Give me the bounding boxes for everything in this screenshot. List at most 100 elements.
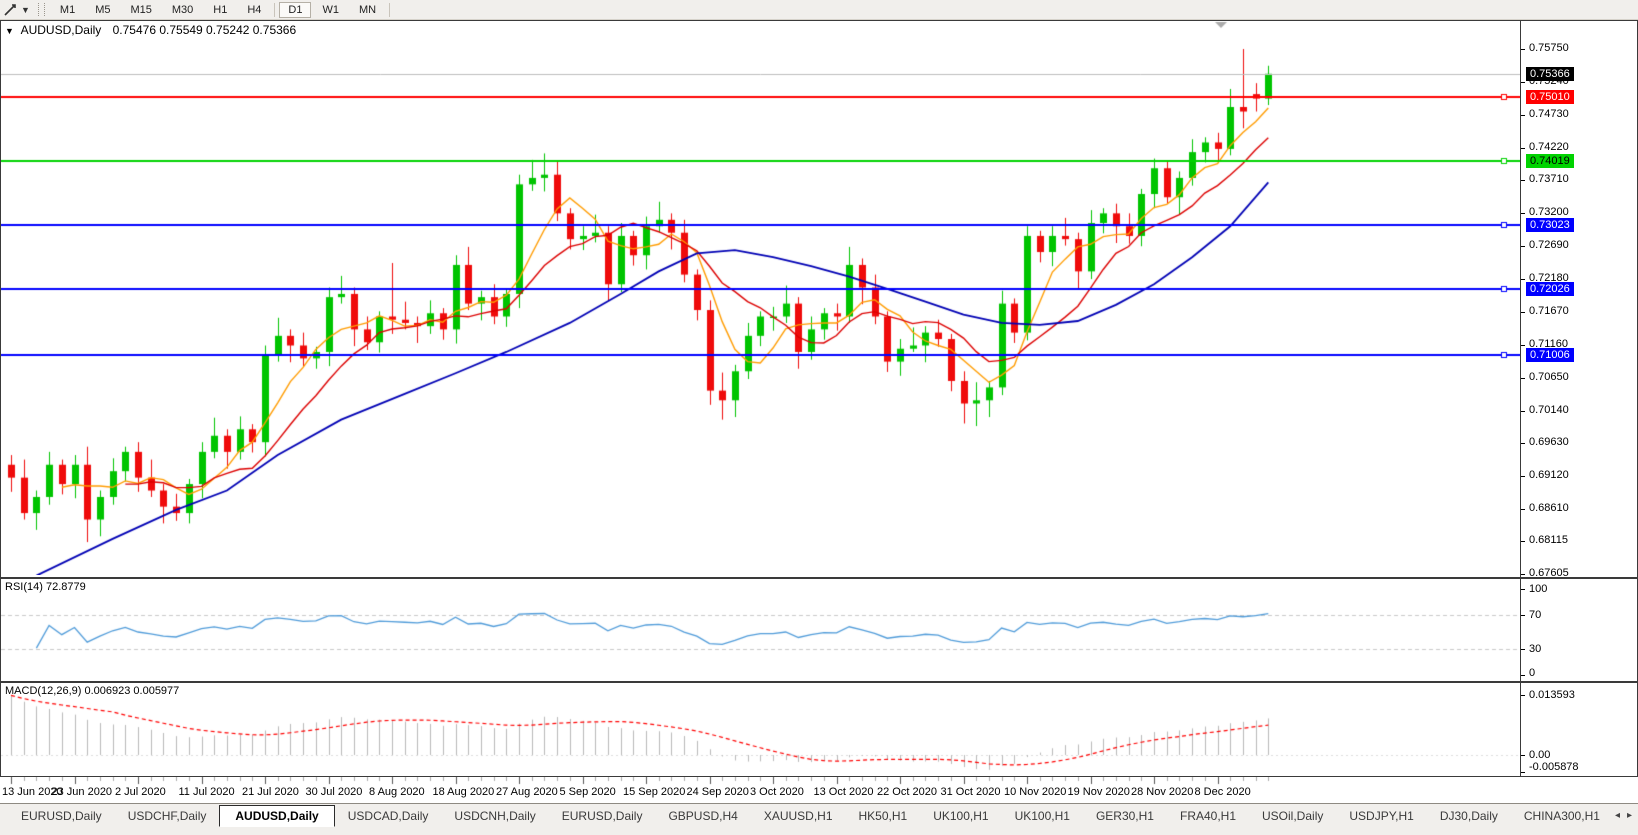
date-label: 27 Aug 2020 xyxy=(496,786,558,798)
tab-xauusd-h1-7[interactable]: XAUUSD,H1 xyxy=(751,806,846,826)
date-label: 24 Sep 2020 xyxy=(687,786,749,798)
tab-usdjpy-h1-14[interactable]: USDJPY,H1 xyxy=(1336,806,1426,826)
date-label: 5 Sep 2020 xyxy=(560,786,616,798)
timeframe-button-d1[interactable]: D1 xyxy=(279,2,311,18)
level-price-tag[interactable]: 0.71006 xyxy=(1526,348,1574,362)
tab-gbpusd-h4-6[interactable]: GBPUSD,H4 xyxy=(655,806,750,826)
date-label: 2 Jul 2020 xyxy=(115,786,166,798)
timeframe-toolbar: ▼ M1M5M15M30H1H4 D1W1MN xyxy=(0,0,1638,20)
tab-usoil-daily-13[interactable]: USOil,Daily xyxy=(1249,806,1336,826)
tabs-scroll-right-icon[interactable]: ▸ xyxy=(1627,810,1632,821)
tab-fra40-h1-12[interactable]: FRA40,H1 xyxy=(1167,806,1249,826)
macd-tick xyxy=(1521,755,1525,756)
price-tick-label: 0.70650 xyxy=(1529,371,1569,383)
price-tick-label: 0.68610 xyxy=(1529,502,1569,514)
price-tick-label: 0.75750 xyxy=(1529,42,1569,54)
date-label: 19 Nov 2020 xyxy=(1068,786,1130,798)
macd-tick-label: 0.013593 xyxy=(1529,689,1575,701)
rsi-tick-label: 100 xyxy=(1529,583,1547,595)
price-tick xyxy=(1521,279,1525,280)
macd-tick-label: -0.005878 xyxy=(1529,761,1579,773)
level-price-tag[interactable]: 0.74019 xyxy=(1526,154,1574,168)
toolbar-separator xyxy=(274,3,275,17)
price-tick xyxy=(1521,509,1525,510)
tab-usdcnh-daily-4[interactable]: USDCNH,Daily xyxy=(441,806,548,826)
date-label: 15 Sep 2020 xyxy=(623,786,685,798)
rsi-tick xyxy=(1521,589,1525,590)
date-label: 31 Oct 2020 xyxy=(941,786,1001,798)
price-tick xyxy=(1521,246,1525,247)
chart-title: ▼ AUDUSD,Daily 0.75476 0.75549 0.75242 0… xyxy=(5,23,296,37)
tab-china300-h1-16[interactable]: CHINA300,H1 xyxy=(1511,806,1609,826)
timeframe-buttons: M1M5M15M30H1H4 D1W1MN xyxy=(50,0,386,19)
price-tick xyxy=(1521,345,1525,346)
date-label: 30 Jul 2020 xyxy=(306,786,363,798)
rsi-axis: 10070300 xyxy=(1520,579,1637,681)
price-tick xyxy=(1521,180,1525,181)
date-label: 8 Dec 2020 xyxy=(1195,786,1251,798)
price-tick-label: 0.69120 xyxy=(1529,469,1569,481)
price-tick xyxy=(1521,312,1525,313)
dropdown-caret-icon[interactable]: ▼ xyxy=(21,5,30,15)
rsi-tick-label: 70 xyxy=(1529,609,1541,621)
price-tick-label: 0.67605 xyxy=(1529,567,1569,579)
tab-audusd-daily-2[interactable]: AUDUSD,Daily xyxy=(219,805,334,827)
macd-tick-label: 0.00 xyxy=(1529,749,1550,761)
macd-label: MACD(12,26,9) 0.006923 0.005977 xyxy=(5,685,179,697)
date-axis: 13 Jun 202023 Jun 20202 Jul 202011 Jul 2… xyxy=(0,777,1638,803)
date-label: 13 Oct 2020 xyxy=(814,786,874,798)
date-label: 11 Jul 2020 xyxy=(179,786,235,798)
macd-axis: 0.013593 0.00-0.005878 xyxy=(1520,683,1637,776)
price-tick xyxy=(1521,49,1525,50)
level-price-tag[interactable]: 0.75010 xyxy=(1526,90,1574,104)
tab-eurusd-daily-0[interactable]: EURUSD,Daily xyxy=(8,806,115,826)
date-label: 22 Oct 2020 xyxy=(877,786,937,798)
macd-tick xyxy=(1521,695,1525,696)
price-tick-label: 0.68115 xyxy=(1529,534,1568,546)
level-price-tag[interactable]: 0.72026 xyxy=(1526,282,1574,296)
tab-uk100-h1-10[interactable]: UK100,H1 xyxy=(1002,806,1083,826)
date-label: 18 Aug 2020 xyxy=(433,786,495,798)
tab-uk100-h1-9[interactable]: UK100,H1 xyxy=(920,806,1001,826)
tab-ger30-h1-11[interactable]: GER30,H1 xyxy=(1083,806,1167,826)
rsi-tick xyxy=(1521,649,1525,650)
date-label: 8 Aug 2020 xyxy=(369,786,425,798)
timeframe-button-h4[interactable]: H4 xyxy=(238,2,270,18)
price-tick xyxy=(1521,476,1525,477)
timeframe-button-mn[interactable]: MN xyxy=(350,2,385,18)
price-tick xyxy=(1521,443,1525,444)
toolbar-separator xyxy=(389,3,390,17)
level-price-tag[interactable]: 0.73023 xyxy=(1526,218,1574,232)
macd-canvas[interactable] xyxy=(1,683,1520,774)
timeframe-button-m5[interactable]: M5 xyxy=(86,2,119,18)
tabs-scroll-left-icon[interactable]: ◂ xyxy=(1615,810,1620,821)
price-tick-label: 0.73710 xyxy=(1529,173,1569,185)
tab-hk50-h1-8[interactable]: HK50,H1 xyxy=(846,806,921,826)
timeframe-button-m1[interactable]: M1 xyxy=(51,2,84,18)
price-tick-label: 0.74730 xyxy=(1529,108,1569,120)
price-tick-label: 0.72690 xyxy=(1529,239,1569,251)
date-label: 23 Jun 2020 xyxy=(52,786,113,798)
price-tick xyxy=(1521,82,1525,83)
timeframe-button-w1[interactable]: W1 xyxy=(313,2,348,18)
tab-usdcad-daily-3[interactable]: USDCAD,Daily xyxy=(335,806,442,826)
tab-dj30-daily-15[interactable]: DJ30,Daily xyxy=(1427,806,1511,826)
tab-eurusd-daily-5[interactable]: EURUSD,Daily xyxy=(549,806,656,826)
rsi-canvas[interactable] xyxy=(1,579,1520,679)
date-label: 3 Oct 2020 xyxy=(750,786,804,798)
timeframe-button-h1[interactable]: H1 xyxy=(204,2,236,18)
price-tick xyxy=(1521,411,1525,412)
price-tick xyxy=(1521,378,1525,379)
price-tick-label: 0.69630 xyxy=(1529,436,1569,448)
line-tool-icon[interactable] xyxy=(4,3,18,16)
macd-tick xyxy=(1521,772,1525,773)
tab-usdchf-daily-1[interactable]: USDCHF,Daily xyxy=(115,806,220,826)
price-axis: 0.757500.752400.747300.742200.737100.732… xyxy=(1520,21,1637,577)
price-chart-canvas[interactable] xyxy=(1,21,1520,575)
timeframe-button-m15[interactable]: M15 xyxy=(121,2,160,18)
toolbar-grip xyxy=(38,3,45,16)
price-tick xyxy=(1521,115,1525,116)
price-tick-label: 0.70140 xyxy=(1529,404,1569,416)
chart-collapse-icon[interactable]: ▼ xyxy=(5,26,14,36)
timeframe-button-m30[interactable]: M30 xyxy=(163,2,202,18)
